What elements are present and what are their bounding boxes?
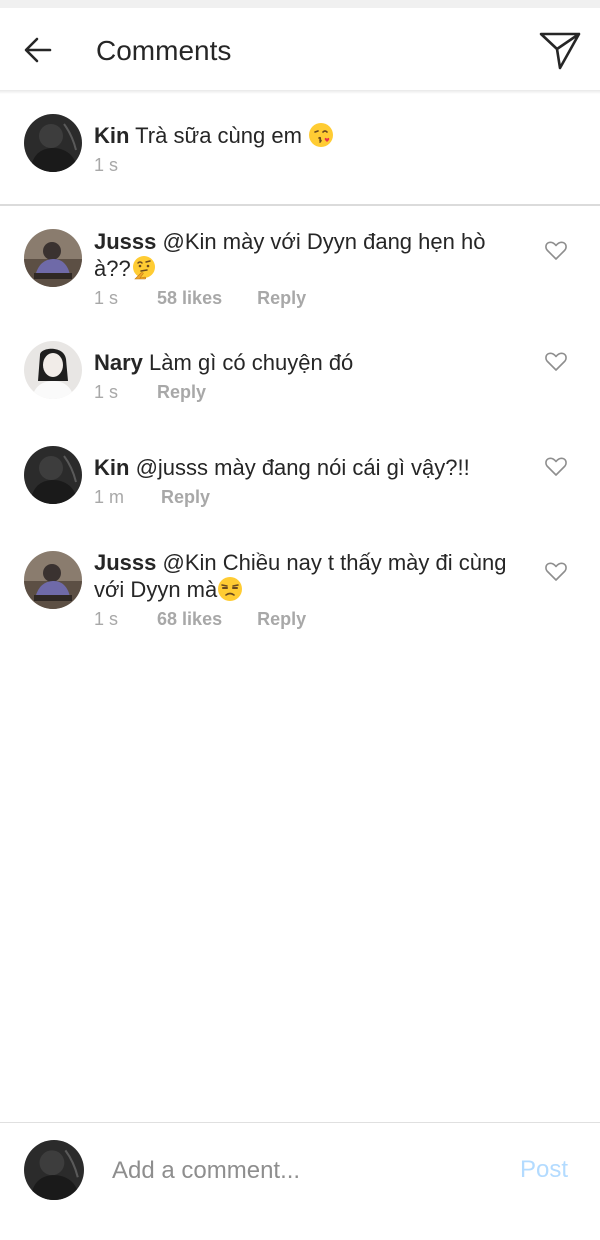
timestamp: 1 s: [94, 288, 119, 308]
page-title: Comments: [96, 35, 232, 66]
timestamp: 1 s: [94, 155, 119, 175]
avatar[interactable]: [24, 229, 82, 287]
share-button[interactable]: [536, 28, 584, 74]
post-button[interactable]: Post: [520, 1156, 568, 1184]
timestamp: 1 m: [94, 487, 125, 507]
comment-meta: 1 s 68 likes Reply: [94, 608, 306, 630]
comment-meta: 1 s 58 likes Reply: [94, 287, 306, 309]
caption-meta: 1 s: [94, 154, 118, 176]
unamused-face-emoji-icon: [217, 576, 243, 602]
header-divider: [0, 90, 600, 94]
likes-count[interactable]: 58 likes: [157, 287, 222, 309]
heart-icon[interactable]: [544, 239, 568, 261]
comment-meta: 1 m Reply: [94, 486, 210, 508]
comment-body: @jusss mày đang nói cái gì vậy?!!: [135, 455, 470, 480]
comment-input[interactable]: [100, 1151, 504, 1191]
kissing-face-heart-emoji-icon: [308, 122, 334, 148]
comment-text: Kin @jusss mày đang nói cái gì vậy?!!: [94, 454, 524, 481]
post-caption: Kin Trà sữa cùng em 1 s: [0, 96, 600, 204]
caption-text: Kin Trà sữa cùng em: [94, 122, 524, 149]
comment-text: Nary Làm gì có chuyện đó: [94, 349, 524, 376]
reply-button[interactable]: Reply: [161, 486, 210, 508]
comment-body: @Kin Chiều nay t thấy mày đi cùng với Dy…: [94, 550, 507, 602]
back-button[interactable]: [18, 30, 58, 70]
comment-composer: Post: [0, 1123, 600, 1240]
caption-username[interactable]: Kin: [94, 123, 129, 148]
caption-body: Trà sữa cùng em: [135, 123, 302, 148]
avatar[interactable]: [24, 114, 82, 172]
thinking-face-emoji-icon: [131, 255, 157, 281]
heart-icon[interactable]: [544, 455, 568, 477]
reply-button[interactable]: Reply: [257, 608, 306, 630]
comment-text: Jusss @Kin Chiều nay t thấy mày đi cùng …: [94, 549, 524, 603]
arrow-left-icon: [24, 37, 52, 63]
timestamp: 1 s: [94, 382, 119, 402]
heart-icon[interactable]: [544, 350, 568, 372]
top-app-bar: Comments: [0, 8, 600, 92]
comment-username[interactable]: Jusss: [94, 550, 156, 575]
caption-divider: [0, 204, 600, 206]
avatar[interactable]: [24, 341, 82, 399]
avatar[interactable]: [24, 446, 82, 504]
comment-username[interactable]: Nary: [94, 350, 143, 375]
comment-username[interactable]: Jusss: [94, 229, 156, 254]
likes-count[interactable]: 68 likes: [157, 608, 222, 630]
avatar[interactable]: [24, 551, 82, 609]
reply-button[interactable]: Reply: [157, 381, 206, 403]
timestamp: 1 s: [94, 609, 119, 629]
reply-button[interactable]: Reply: [257, 287, 306, 309]
status-bar: [0, 0, 600, 8]
comment-body: Làm gì có chuyện đó: [149, 350, 354, 375]
heart-icon[interactable]: [544, 560, 568, 582]
comment-text: Jusss @Kin mày với Dyyn đang hẹn hò à??: [94, 228, 524, 282]
paper-plane-icon: [539, 32, 581, 70]
comment-username[interactable]: Kin: [94, 455, 129, 480]
own-avatar: [24, 1140, 84, 1200]
comment-meta: 1 s Reply: [94, 381, 206, 403]
